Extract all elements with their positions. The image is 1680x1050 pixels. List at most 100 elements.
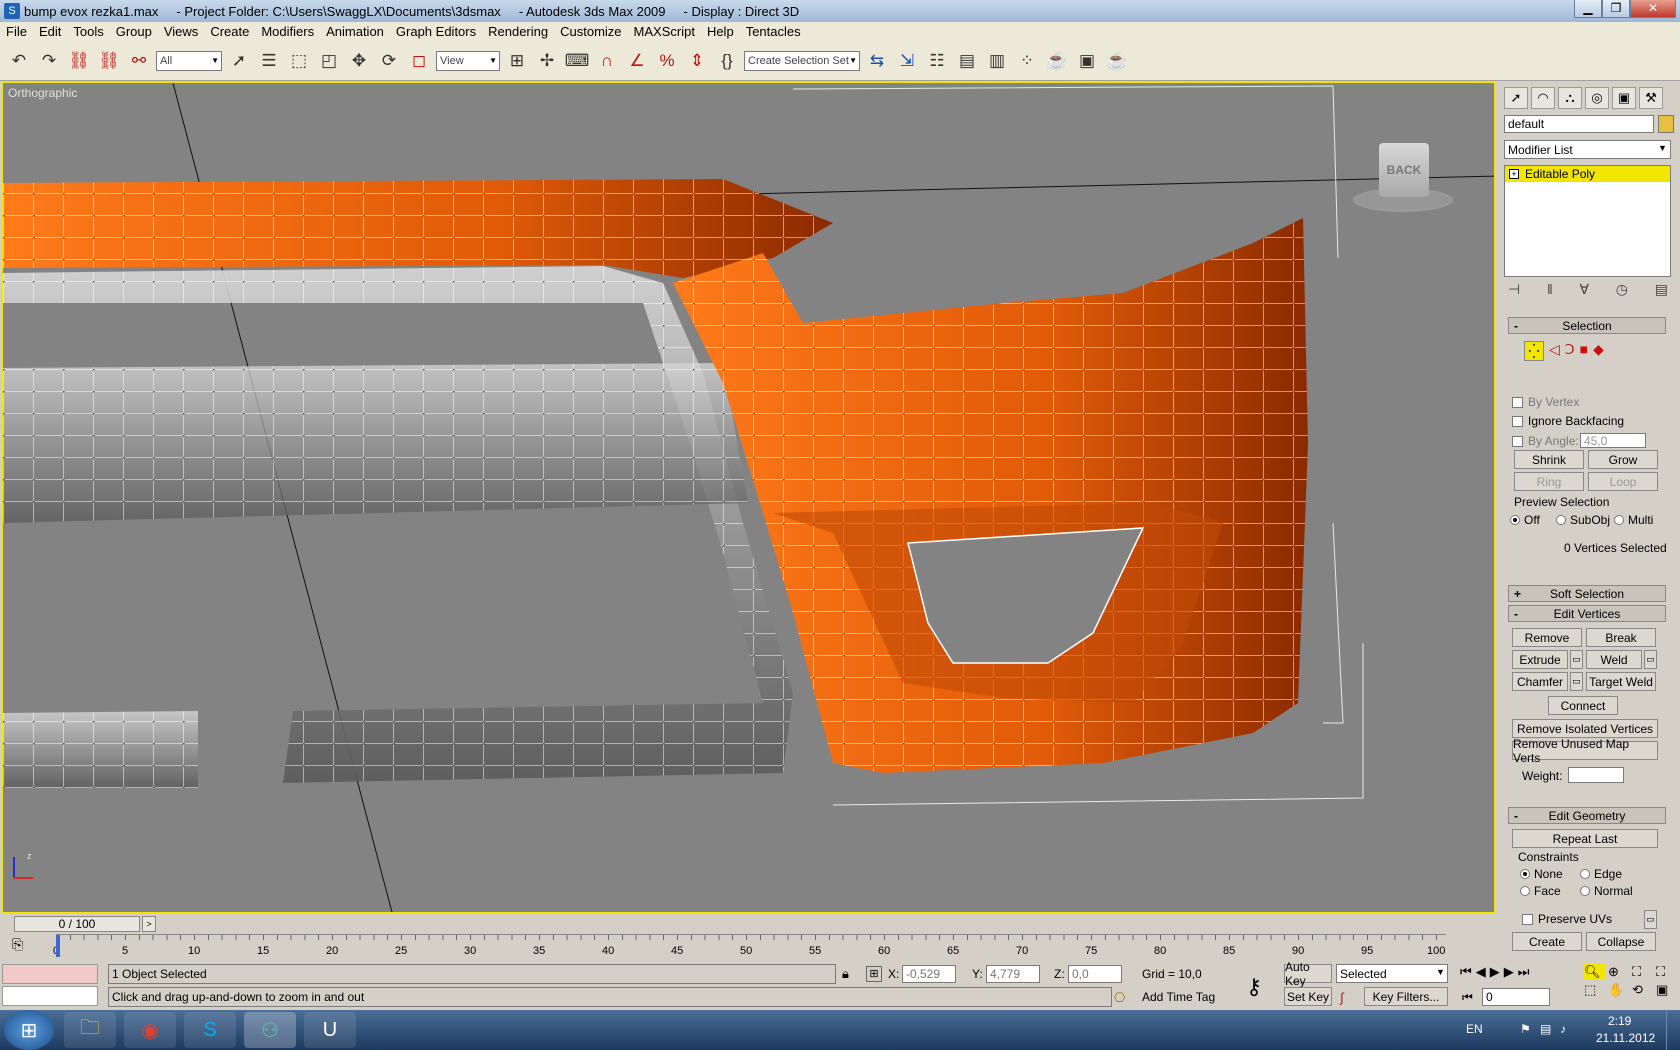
skype-icon[interactable]: S — [184, 1012, 236, 1048]
zoom-icon[interactable]: 🔍︎ — [1584, 964, 1606, 980]
close-button[interactable]: ✕ — [1630, 0, 1676, 18]
previous-frame-icon[interactable]: ◀ — [1476, 964, 1486, 980]
break-button[interactable]: Break — [1586, 628, 1656, 647]
minimize-button[interactable]: ▁ — [1574, 0, 1602, 18]
menu-animation[interactable]: Animation — [320, 24, 390, 39]
orthographic-viewport[interactable]: Orthographic BACK z — [1, 81, 1496, 914]
explorer-icon[interactable]: 🗀︎ — [64, 1012, 116, 1048]
spinner-snap-icon[interactable]: ⇕ — [684, 47, 710, 75]
z-coordinate-field[interactable]: 0,0 — [1068, 965, 1122, 983]
menu-rendering[interactable]: Rendering — [482, 24, 554, 39]
selection-filter-dropdown[interactable]: All — [156, 50, 222, 71]
render-setup-icon[interactable]: ☕ — [1044, 47, 1070, 75]
constraint-none-radio[interactable]: None — [1520, 867, 1563, 881]
reference-coordinate-dropdown[interactable]: View — [436, 50, 500, 71]
zoom-extents-icon[interactable]: ⛶ — [1632, 964, 1654, 980]
vertex-mode-icon[interactable]: ⁛ — [1524, 341, 1544, 361]
key-filters-button[interactable]: Key Filters... — [1364, 987, 1448, 1006]
remove-modifier-icon[interactable]: ◷ — [1616, 281, 1628, 298]
goto-end-icon[interactable]: ⏭ — [1518, 964, 1530, 980]
ignore-backfacing-checkbox[interactable]: Ignore Backfacing — [1512, 414, 1624, 428]
motion-tab-icon[interactable]: ◎ — [1585, 87, 1609, 109]
menu-file[interactable]: File — [0, 24, 33, 39]
track-bar[interactable]: ⎘ 0 5 10 15 20 25 30 35 40 45 50 55 60 6… — [0, 934, 1500, 958]
menu-modifiers[interactable]: Modifiers — [255, 24, 320, 39]
key-mode-dropdown[interactable]: Selected — [1336, 964, 1448, 983]
add-time-tag-label[interactable]: Add Time Tag — [1142, 990, 1215, 1004]
ring-button[interactable]: Ring — [1514, 472, 1584, 491]
object-name-field[interactable]: default — [1504, 115, 1654, 133]
object-color-swatch[interactable] — [1658, 115, 1674, 133]
language-indicator[interactable]: EN — [1466, 1022, 1483, 1036]
menu-tentacles[interactable]: Tentacles — [740, 24, 807, 39]
absolute-mode-icon[interactable]: ⊞ — [866, 966, 882, 982]
remove-unused-map-verts-button[interactable]: Remove Unused Map Verts — [1512, 737, 1658, 765]
soft-selection-rollout-header[interactable]: + Soft Selection — [1508, 585, 1666, 602]
modify-tab-icon[interactable]: ◠ — [1531, 87, 1555, 109]
current-frame-field[interactable]: 0 — [1482, 988, 1550, 1006]
align-icon[interactable]: ⇲ — [894, 47, 920, 75]
link-icon[interactable]: ⛓ — [66, 47, 92, 75]
undo-icon[interactable]: ↶ — [6, 47, 32, 75]
mirror-icon[interactable]: ⇆ — [864, 47, 890, 75]
modifier-list-dropdown[interactable]: Modifier List — [1504, 140, 1671, 159]
maxscript-listener-white[interactable] — [2, 986, 98, 1006]
rotate-icon[interactable]: ⟳ — [376, 47, 402, 75]
menu-create[interactable]: Create — [204, 24, 255, 39]
pivot-center-icon[interactable]: ⊞ — [504, 47, 530, 75]
preview-off-radio[interactable]: Off — [1510, 513, 1540, 527]
move-icon[interactable]: ✥ — [346, 47, 372, 75]
viewcube[interactable]: BACK — [1353, 143, 1453, 215]
menu-group[interactable]: Group — [110, 24, 158, 39]
extrude-button[interactable]: Extrude — [1512, 650, 1568, 669]
weld-settings-icon[interactable]: ▭ — [1644, 650, 1657, 669]
maximize-viewport-icon[interactable]: ▣ — [1656, 982, 1678, 998]
selection-rollout-header[interactable]: - Selection — [1508, 317, 1666, 334]
rendered-frame-window-icon[interactable]: ▣ — [1074, 47, 1100, 75]
material-editor-icon[interactable]: ⁘ — [1014, 47, 1040, 75]
key-mode-toggle-icon[interactable]: ⏮ — [1462, 990, 1473, 1005]
zoom-extents-all-icon[interactable]: ⛶ — [1656, 964, 1678, 980]
utilities-tab-icon[interactable]: ⚒ — [1639, 87, 1663, 109]
grow-button[interactable]: Grow — [1588, 450, 1658, 469]
snap-toggle-icon[interactable]: ∩ — [594, 47, 620, 75]
chrome-icon[interactable]: ◉ — [124, 1012, 176, 1048]
tray-network-icon[interactable]: ▤ — [1540, 1022, 1551, 1036]
clock-time[interactable]: 2:19 — [1608, 1014, 1631, 1028]
lock-selection-icon[interactable]: 🔒︎ — [842, 966, 849, 982]
repeat-last-button[interactable]: Repeat Last — [1512, 829, 1658, 848]
constraint-normal-radio[interactable]: Normal — [1580, 884, 1633, 898]
start-button[interactable]: ⊞ — [4, 1010, 54, 1050]
remove-isolated-vertices-button[interactable]: Remove Isolated Vertices — [1512, 719, 1658, 738]
play-icon[interactable]: ▶ — [1490, 964, 1500, 980]
pin-stack-icon[interactable]: ⊣ — [1508, 281, 1520, 298]
collapse-button[interactable]: Collapse — [1586, 932, 1656, 951]
key-tangent-icon[interactable]: ∫ — [1340, 990, 1344, 1005]
curve-editor-icon[interactable]: ▤ — [954, 47, 980, 75]
weld-button[interactable]: Weld — [1586, 650, 1642, 669]
rectangular-selection-icon[interactable]: ⬚ — [286, 47, 312, 75]
menu-views[interactable]: Views — [158, 24, 204, 39]
preserve-uvs-checkbox[interactable]: Preserve UVs — [1522, 912, 1612, 926]
by-angle-checkbox[interactable]: By Angle: — [1512, 434, 1579, 448]
constraint-face-radio[interactable]: Face — [1520, 884, 1561, 898]
quick-render-icon[interactable]: ☕ — [1104, 47, 1130, 75]
viewcube-face[interactable]: BACK — [1379, 143, 1429, 197]
preview-subobj-radio[interactable]: SubObj — [1556, 513, 1610, 527]
unlink-icon[interactable]: ⛓ — [96, 47, 122, 75]
3dsmax-taskbar-icon[interactable]: ⚇ — [244, 1012, 296, 1048]
extrude-settings-icon[interactable]: ▭ — [1570, 650, 1583, 669]
tray-volume-icon[interactable]: ♪ — [1560, 1022, 1566, 1036]
time-slider[interactable]: 0 / 100 > — [0, 914, 1500, 934]
angle-snap-icon[interactable]: ∠ — [624, 47, 650, 75]
hierarchy-tab-icon[interactable]: ⛬ — [1558, 87, 1582, 109]
schematic-view-icon[interactable]: ▥ — [984, 47, 1010, 75]
expand-icon[interactable]: + — [1509, 169, 1519, 179]
create-tab-icon[interactable]: ➚ — [1504, 87, 1528, 109]
keyboard-shortcut-icon[interactable]: ⌨ — [564, 47, 590, 75]
edge-mode-icon[interactable]: ◁ — [1549, 341, 1560, 361]
next-frame-icon[interactable]: > — [142, 916, 156, 932]
set-key-button[interactable]: Set Key — [1284, 987, 1332, 1006]
target-weld-button[interactable]: Target Weld — [1586, 672, 1656, 691]
curve-editor-mini-icon[interactable]: ⎘ — [12, 936, 23, 953]
